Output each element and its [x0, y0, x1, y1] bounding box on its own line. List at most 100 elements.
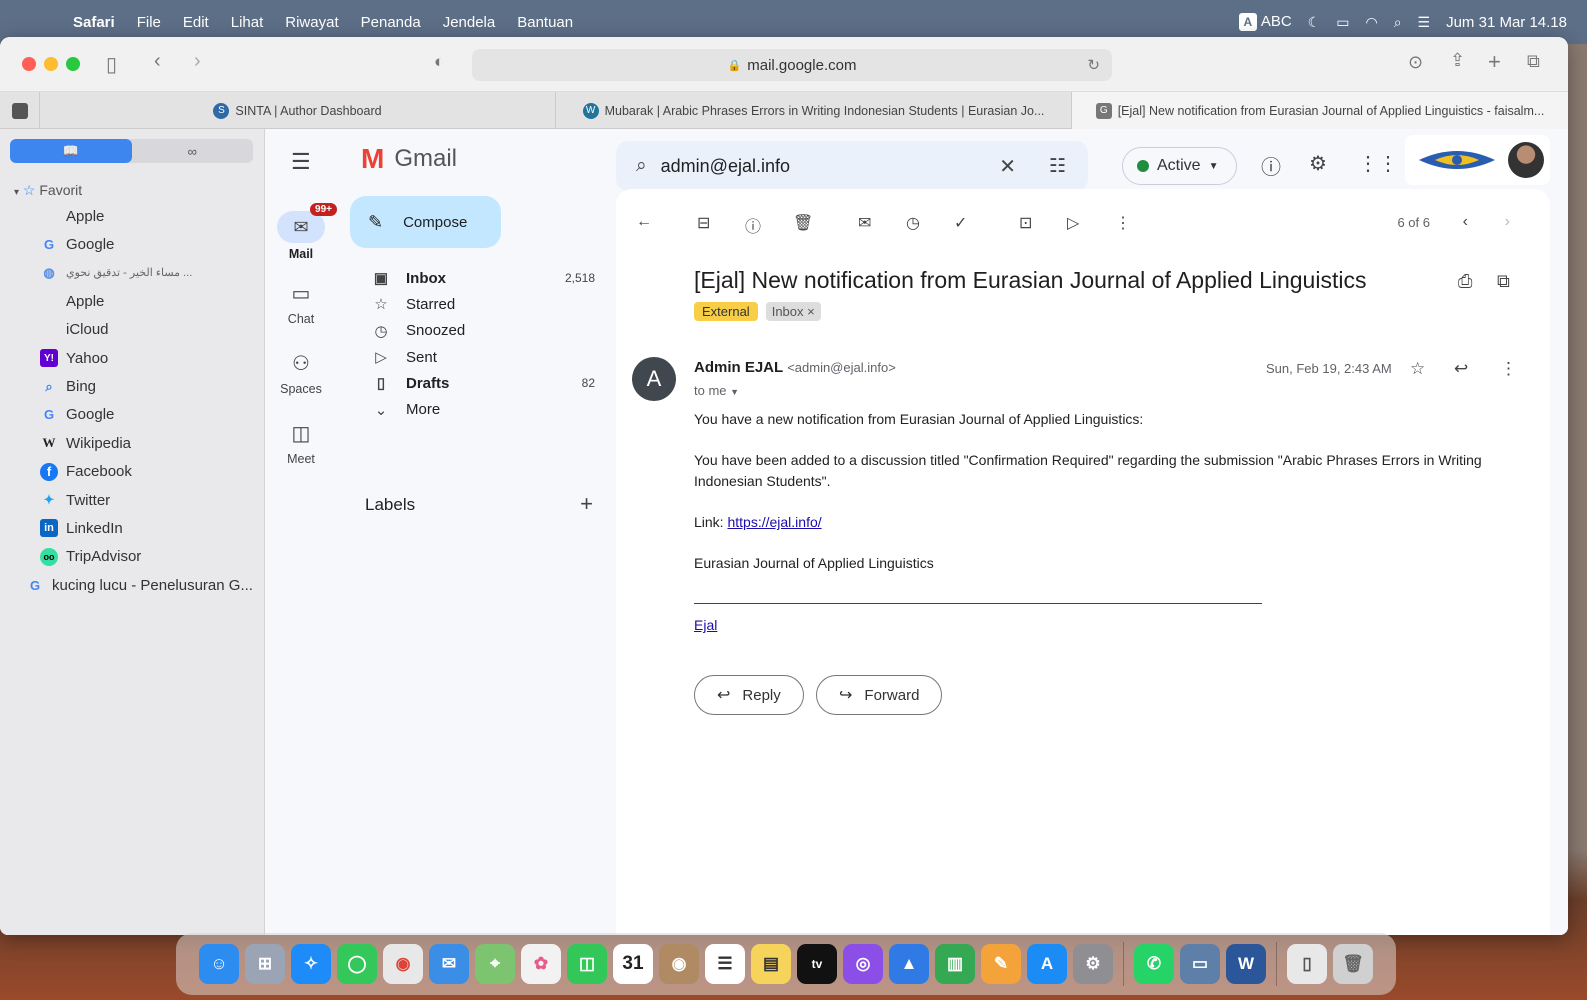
search-options-icon[interactable]: ☷: [1049, 155, 1066, 178]
reply-arrow-icon[interactable]: ↩: [1454, 359, 1468, 379]
rail-spaces[interactable]: ⚇ Spaces: [265, 351, 337, 396]
reply-button[interactable]: ↩ Reply: [694, 675, 804, 715]
finder-icon[interactable]: ☺: [199, 944, 239, 984]
folder-starred[interactable]: ☆ Starred: [350, 291, 605, 317]
folder-more[interactable]: ⌄ More: [350, 396, 605, 422]
system-preferences-icon[interactable]: ⚙: [1073, 944, 1113, 984]
favorites-section[interactable]: ▾ ☆ Favorit: [14, 182, 82, 199]
bookmark-linkedin[interactable]: in LinkedIn: [40, 514, 260, 542]
pinned-tab[interactable]: [0, 92, 40, 129]
app-store-icon[interactable]: A: [1027, 944, 1067, 984]
privacy-shield-icon[interactable]: ◐: [434, 52, 444, 72]
bookmark-icloud[interactable]: iCloud: [40, 316, 260, 344]
close-window-button[interactable]: [22, 57, 36, 71]
bookmark-bing[interactable]: ⌕ Bing: [40, 372, 260, 400]
bookmark-apple[interactable]: Apple: [40, 202, 260, 230]
safari-icon[interactable]: ✧: [291, 944, 331, 984]
search-input[interactable]: admin@ejal.info: [661, 156, 790, 177]
forward-icon[interactable]: ›: [194, 50, 201, 73]
help-icon[interactable]: ⓘ: [1261, 151, 1281, 180]
wifi-icon[interactable]: ◠: [1365, 14, 1377, 31]
more-options-icon[interactable]: ⋮: [1115, 213, 1131, 233]
downloads-icon[interactable]: ⊙: [1408, 52, 1423, 73]
menu-view[interactable]: Lihat: [220, 14, 275, 31]
sidebar-toggle-icon[interactable]: ▯: [106, 52, 117, 77]
gmail-logo[interactable]: M Gmail: [361, 143, 457, 175]
rail-chat[interactable]: ▭ Chat: [265, 281, 337, 326]
moon-icon[interactable]: ☾: [1308, 14, 1321, 31]
control-center-icon[interactable]: ☰: [1418, 14, 1431, 31]
snooze-icon[interactable]: ◷: [906, 213, 920, 233]
tab-sinta[interactable]: S SINTA | Author Dashboard: [40, 92, 556, 129]
reading-list-tab[interactable]: ∞: [132, 139, 254, 163]
archive-icon[interactable]: ⊟: [697, 213, 710, 233]
share-icon[interactable]: ⇪: [1450, 50, 1465, 71]
bookmark-google[interactable]: G Google: [40, 230, 260, 258]
add-label-icon[interactable]: +: [580, 491, 593, 517]
bookmark-apple-2[interactable]: Apple: [40, 287, 260, 315]
rail-meet[interactable]: ◫ Meet: [265, 421, 337, 466]
photos-icon[interactable]: ✿: [521, 944, 561, 984]
bookmark-facebook[interactable]: f Facebook: [40, 458, 260, 486]
bookmarks-tab[interactable]: 📖: [10, 139, 132, 163]
delete-icon[interactable]: 🗑: [793, 213, 813, 233]
battery-icon[interactable]: ▭: [1336, 14, 1349, 31]
settings-gear-icon[interactable]: ⚙: [1309, 151, 1327, 176]
input-source-indicator[interactable]: A ABC: [1238, 13, 1292, 31]
menu-help[interactable]: Bantuan: [506, 14, 584, 31]
ejal-link[interactable]: https://ejal.info/: [727, 514, 821, 530]
status-dropdown[interactable]: Active ▼: [1122, 147, 1237, 185]
forward-button[interactable]: ↪ Forward: [816, 675, 943, 715]
new-tab-icon[interactable]: +: [1488, 49, 1501, 75]
sender-name[interactable]: Admin EJAL: [694, 359, 783, 376]
search-bar[interactable]: ⌕ admin@ejal.info ✕ ☷: [616, 141, 1088, 191]
menu-bookmarks[interactable]: Penanda: [350, 14, 432, 31]
compose-button[interactable]: ✎ Compose: [350, 196, 501, 248]
folder-drafts[interactable]: ▯ Drafts 82: [350, 370, 605, 396]
apps-grid-icon[interactable]: ⋮⋮: [1358, 151, 1398, 176]
bookmark-tripadvisor[interactable]: oo TripAdvisor: [40, 543, 260, 571]
menu-file[interactable]: File: [126, 14, 172, 31]
zoom-window-button[interactable]: [66, 57, 80, 71]
tab-ejal-article[interactable]: W Mubarak | Arabic Phrases Errors in Wri…: [556, 92, 1072, 129]
keynote-icon[interactable]: ▲: [889, 944, 929, 984]
messages-icon[interactable]: ◯: [337, 944, 377, 984]
calendar-icon[interactable]: 31: [613, 944, 653, 984]
main-menu-icon[interactable]: ☰: [291, 149, 311, 175]
remove-label-icon[interactable]: ×: [807, 304, 815, 319]
screen-sharing-icon[interactable]: ▭: [1180, 944, 1220, 984]
pages-icon[interactable]: ✎: [981, 944, 1021, 984]
contacts-icon[interactable]: ◉: [659, 944, 699, 984]
move-to-icon[interactable]: ⊡: [1019, 213, 1032, 233]
bookmark-twitter[interactable]: ✦ Twitter: [40, 486, 260, 514]
address-bar[interactable]: 🔒 mail.google.com ↻: [472, 49, 1112, 81]
bookmark-arabic[interactable]: ◍ مساء الخير - تدقيق نحوي ...: [40, 259, 260, 287]
reload-icon[interactable]: ↻: [1087, 56, 1100, 74]
back-icon[interactable]: ‹: [154, 50, 161, 73]
rail-mail[interactable]: ✉ 99+ Mail: [265, 203, 337, 261]
bookmark-kucing-lucu[interactable]: Gkucing lucu - Penelusuran G...: [26, 571, 260, 599]
menubar-clock[interactable]: Jum 31 Mar 14.18: [1446, 14, 1567, 31]
clear-search-icon[interactable]: ✕: [999, 154, 1016, 179]
maps-icon[interactable]: ⌖: [475, 944, 515, 984]
chrome-icon[interactable]: ◉: [383, 944, 423, 984]
mark-unread-icon[interactable]: ✉: [858, 213, 871, 233]
avatar[interactable]: [1508, 142, 1544, 178]
notes-icon[interactable]: ▤: [751, 944, 791, 984]
spotlight-search-icon[interactable]: ⌕: [1394, 14, 1402, 31]
add-task-icon[interactable]: ✓: [954, 213, 967, 233]
trash-icon[interactable]: 🗑: [1333, 944, 1373, 984]
menu-window[interactable]: Jendela: [432, 14, 507, 31]
bookmark-yahoo[interactable]: Y! Yahoo: [40, 344, 260, 372]
launchpad-icon[interactable]: ⊞: [245, 944, 285, 984]
label-icon[interactable]: ▷: [1067, 213, 1079, 233]
more-vert-icon[interactable]: ⋮: [1500, 359, 1517, 379]
search-icon[interactable]: ⌕: [636, 155, 647, 177]
star-icon[interactable]: ☆: [1410, 359, 1425, 379]
menu-history[interactable]: Riwayat: [274, 14, 349, 31]
folder-inbox[interactable]: ▣ Inbox 2,518: [350, 265, 605, 291]
bookmark-wikipedia[interactable]: W Wikipedia: [40, 429, 260, 457]
reminders-icon[interactable]: ☰: [705, 944, 745, 984]
tab-overview-icon[interactable]: ⧉: [1527, 51, 1540, 72]
numbers-icon[interactable]: ▥: [935, 944, 975, 984]
